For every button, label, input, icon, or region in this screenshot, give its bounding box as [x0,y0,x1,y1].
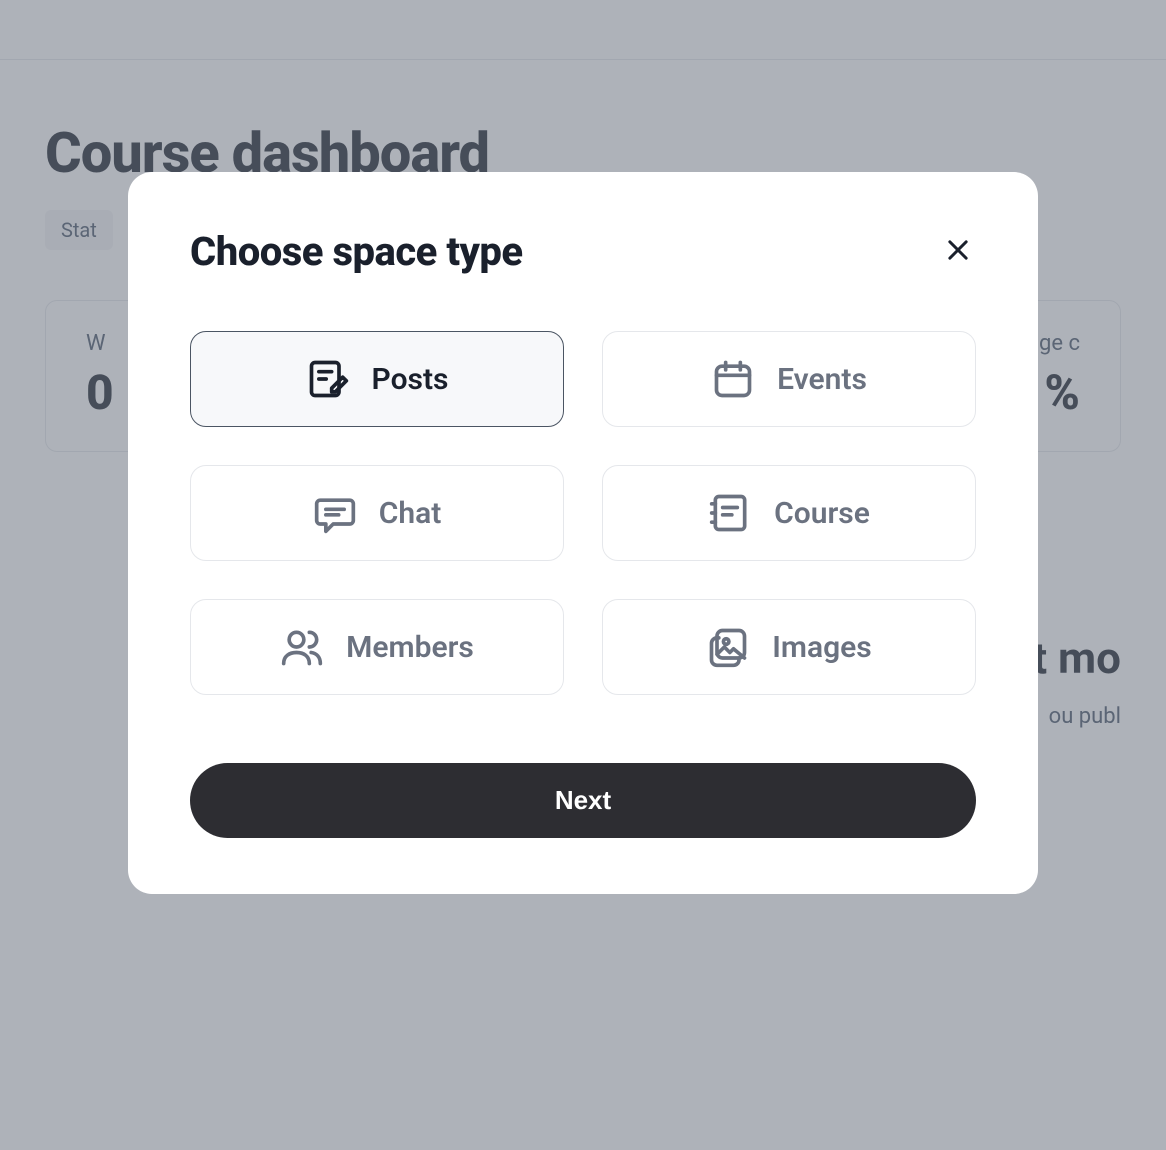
option-chat[interactable]: Chat [190,465,564,561]
modal-header: Choose space type [190,228,976,275]
option-label: Posts [372,362,449,397]
close-icon [944,236,972,267]
option-label: Members [346,630,474,665]
option-label: Chat [379,496,442,531]
modal-overlay[interactable]: Choose space type [0,0,1166,1150]
option-images[interactable]: Images [602,599,976,695]
next-button[interactable]: Next [190,763,976,838]
modal-title: Choose space type [190,228,523,275]
close-button[interactable] [940,232,976,271]
option-events[interactable]: Events [602,331,976,427]
option-posts[interactable]: Posts [190,331,564,427]
option-label: Course [774,496,870,531]
posts-icon [306,357,350,401]
option-members[interactable]: Members [190,599,564,695]
chat-icon [313,491,357,535]
images-icon [706,625,750,669]
option-label: Images [772,630,871,665]
space-type-options: Posts Events [190,331,976,695]
choose-space-type-modal: Choose space type [128,172,1038,894]
option-course[interactable]: Course [602,465,976,561]
members-icon [280,625,324,669]
events-icon [711,357,755,401]
option-label: Events [777,362,867,397]
course-icon [708,491,752,535]
